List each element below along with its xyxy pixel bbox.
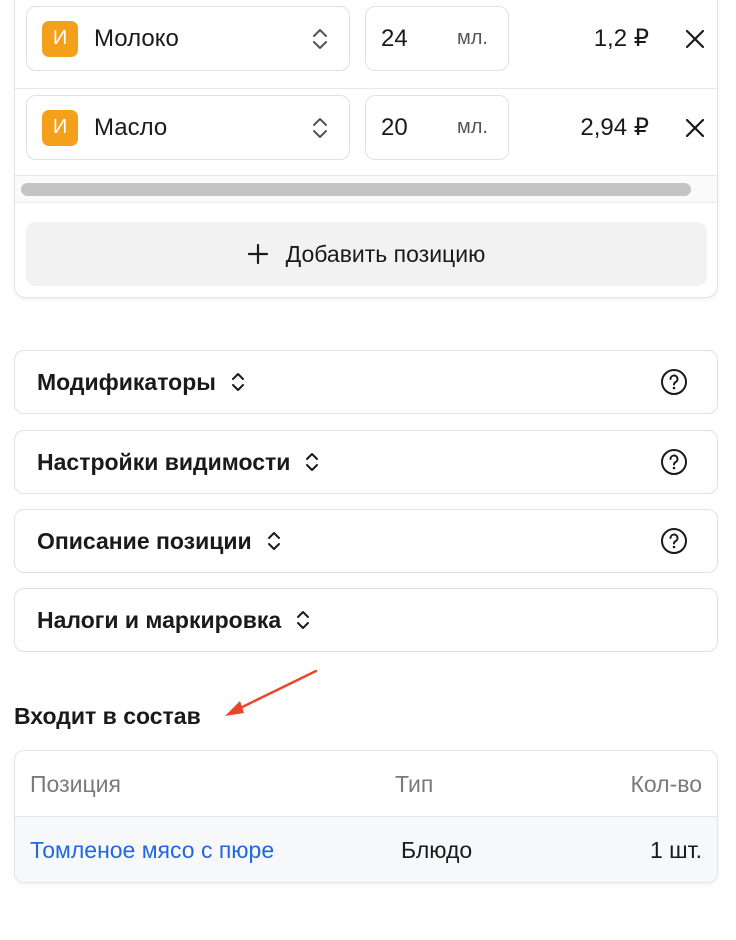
ingredient-type-badge: И: [42, 109, 78, 146]
ingredient-select[interactable]: И Масло: [26, 95, 350, 160]
chevron-up-down-icon: [306, 453, 319, 471]
add-position-label: Добавить позицию: [285, 240, 486, 267]
help-icon[interactable]: [660, 448, 688, 476]
part-of-table: Позиция Тип Кол-во Томленое мясо с пюре …: [14, 750, 718, 883]
ingredient-type-badge: И: [42, 20, 78, 57]
add-position-button[interactable]: Добавить позицию: [26, 222, 707, 286]
close-icon[interactable]: [685, 29, 705, 49]
help-icon[interactable]: [660, 368, 688, 396]
section-title: Налоги и маркировка: [37, 606, 282, 633]
column-header-qty[interactable]: Кол-во: [630, 751, 702, 817]
section-modifiers[interactable]: Модификаторы: [14, 350, 718, 414]
chevron-up-down-icon: [231, 373, 244, 391]
annotation-arrow-icon: [225, 669, 318, 716]
section-title: Модификаторы: [37, 368, 216, 395]
column-header-type[interactable]: Тип: [395, 751, 433, 817]
part-of-title: Входит в состав: [14, 703, 201, 729]
section-title: Описание позиции: [37, 527, 252, 554]
section-taxes-and-marking[interactable]: Налоги и маркировка: [14, 588, 718, 652]
dish-quantity: 1 шт.: [649, 836, 702, 863]
ingredient-quantity: 20: [381, 113, 408, 141]
ingredient-quantity-field[interactable]: 20 мл.: [365, 95, 509, 160]
table-row[interactable]: Томленое мясо с пюре Блюдо 1 шт.: [15, 817, 717, 882]
ingredient-quantity-field[interactable]: 24 мл.: [365, 6, 509, 71]
section-visibility-settings[interactable]: Настройки видимости: [14, 430, 718, 494]
column-header-position[interactable]: Позиция: [30, 751, 121, 817]
help-icon[interactable]: [660, 527, 688, 555]
chevron-up-down-icon: [313, 117, 327, 138]
table-header: Позиция Тип Кол-во: [15, 751, 717, 817]
ingredient-cost: 1,2 ₽: [593, 25, 649, 52]
scrollbar-thumb[interactable]: [21, 183, 691, 196]
chevron-up-down-icon: [267, 532, 280, 550]
ingredient-name: Масло: [94, 113, 168, 141]
plus-icon: [247, 244, 268, 264]
chevron-up-down-icon: [297, 611, 310, 629]
ingredient-select[interactable]: И Молоко: [26, 6, 350, 71]
dish-link[interactable]: Томленое мясо с пюре: [30, 817, 274, 882]
ingredient-quantity: 24: [381, 24, 408, 52]
ingredient-name: Молоко: [94, 24, 179, 52]
section-title: Настройки видимости: [37, 448, 291, 475]
close-icon[interactable]: [685, 118, 705, 138]
ingredient-row: И Масло 20 мл. 2,94 ₽: [15, 88, 717, 176]
ingredient-unit: мл.: [457, 27, 488, 49]
section-position-description[interactable]: Описание позиции: [14, 509, 718, 573]
ingredients-card: И Молоко 24 мл. 1,2 ₽ И Масло 20 мл. 2,9…: [14, 0, 718, 298]
ingredient-row: И Молоко 24 мл. 1,2 ₽: [15, 0, 717, 88]
ingredient-cost: 2,94 ₽: [580, 114, 649, 141]
page: И Молоко 24 мл. 1,2 ₽ И Масло 20 мл. 2,9…: [0, 0, 736, 940]
chevron-up-down-icon: [313, 28, 327, 49]
ingredient-unit: мл.: [457, 116, 488, 138]
dish-type: Блюдо: [401, 836, 473, 863]
horizontal-scrollbar[interactable]: [15, 175, 717, 203]
